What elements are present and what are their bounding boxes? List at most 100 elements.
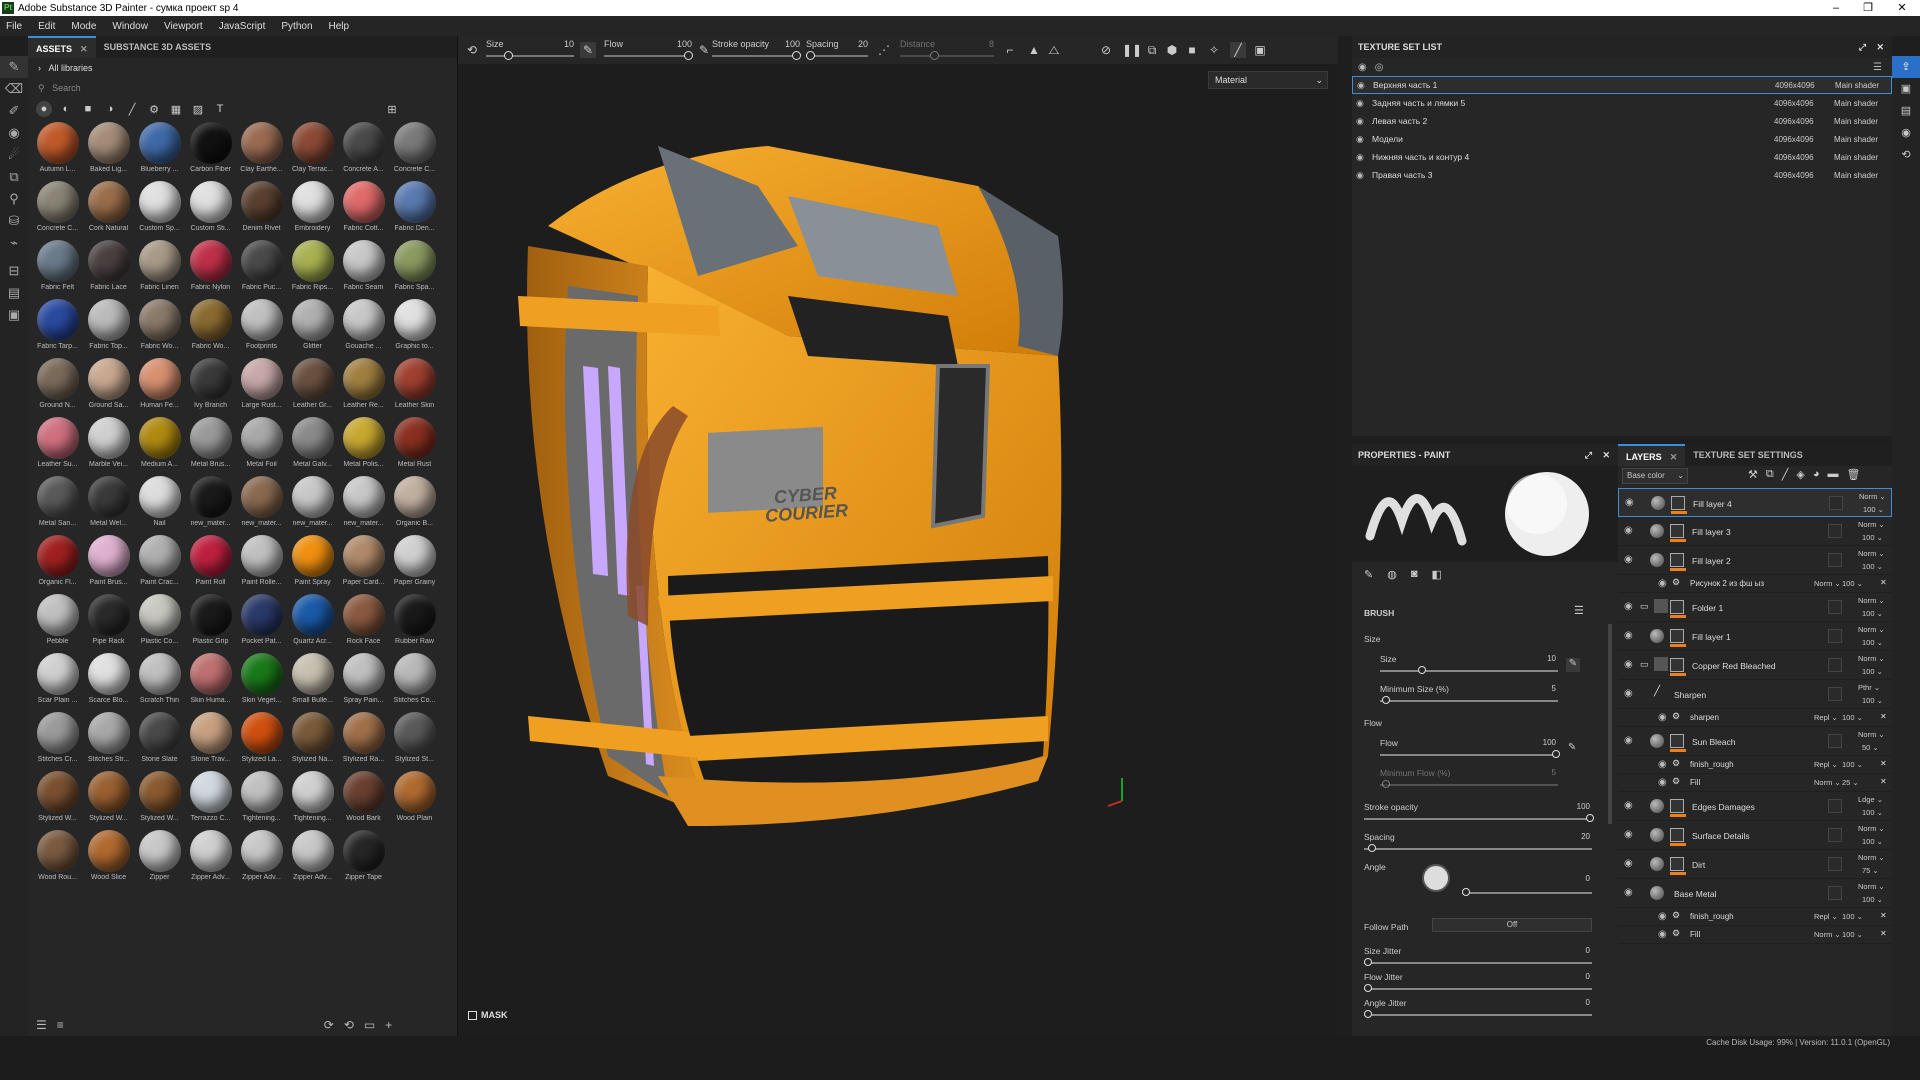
layer-row[interactable]: ◉ Sun Bleach Norm ⌄ 50 ⌄ xyxy=(1618,727,1892,756)
material-thumbnail[interactable]: Metal Rust xyxy=(389,417,440,474)
add-mask-icon[interactable]: ⧉ xyxy=(1766,468,1774,481)
material-thumbnail[interactable]: Stitches Co... xyxy=(389,653,440,710)
pen-pressure-icon[interactable]: ✎ xyxy=(580,42,596,58)
material-thumbnail[interactable]: Leather Skin xyxy=(389,358,440,415)
material-thumbnail[interactable]: Stylized La... xyxy=(236,712,287,769)
visibility-icon[interactable]: ◉ xyxy=(1356,170,1368,181)
blend-mode[interactable]: Norm ⌄ xyxy=(1858,730,1885,739)
minimize-button[interactable]: – xyxy=(1818,0,1854,16)
layer-row[interactable]: ◉ Fill layer 1 Norm ⌄ 100 ⌄ xyxy=(1618,622,1892,651)
material-thumbnail[interactable]: Paint Spray xyxy=(287,535,338,592)
spacing-slider[interactable] xyxy=(1364,848,1592,850)
geometry-fill-icon[interactable]: ◉ xyxy=(0,122,28,144)
solo-icon[interactable]: ◎ xyxy=(1375,62,1384,73)
mask-toggle[interactable]: MASK xyxy=(468,1010,508,1020)
angle-slider[interactable] xyxy=(1462,892,1592,894)
material-thumbnail[interactable]: Metal Brus... xyxy=(185,417,236,474)
menu-edit[interactable]: Edit xyxy=(38,21,55,32)
material-thumbnail[interactable]: new_mater... xyxy=(236,476,287,533)
material-thumbnail[interactable]: new_mater... xyxy=(185,476,236,533)
menu-window[interactable]: Window xyxy=(112,21,148,32)
material-thumbnail[interactable]: Fabric Den... xyxy=(389,181,440,238)
visibility-icon[interactable]: ◉ xyxy=(1624,525,1633,536)
material-thumbnail[interactable]: Fabric Puc... xyxy=(236,240,287,297)
material-thumbnail[interactable]: Pipe Rack xyxy=(83,594,134,651)
material-thumbnail[interactable]: Concrete C... xyxy=(32,181,83,238)
material-thumbnail[interactable]: Plastic Grip xyxy=(185,594,236,651)
material-thumbnail[interactable]: Zipper Adv... xyxy=(287,830,338,887)
layer-row[interactable]: ◉ ▭ Copper Red Bleached Norm ⌄ 100 ⌄ xyxy=(1618,651,1892,680)
texture-set-row[interactable]: ◉ Правая часть 3 4096x4096 Main shader xyxy=(1352,166,1892,184)
layer-row[interactable]: ◉ Base Metal Norm ⌄ 100 ⌄ xyxy=(1618,879,1892,908)
layer-row[interactable]: ◉ ╱ Sharpen Pthr ⌄ 100 ⌄ xyxy=(1618,680,1892,709)
texture-set-row[interactable]: ◉ Левая часть 2 4096x4096 Main shader xyxy=(1352,112,1892,130)
stencil-tab-icon[interactable]: ◙ xyxy=(1411,568,1418,581)
material-thumbnail[interactable]: Plastic Co... xyxy=(134,594,185,651)
asset-search-input[interactable]: ⚲ Search xyxy=(28,78,457,98)
layer-row[interactable]: ◉ Fill layer 2 Norm ⌄ 100 ⌄ xyxy=(1618,546,1892,575)
toolbar-spacing-slider[interactable]: Spacing 20 xyxy=(806,36,870,64)
visibility-icon[interactable]: ◉ xyxy=(1624,601,1633,612)
mask-thumbnail[interactable] xyxy=(1670,828,1684,842)
visibility-icon[interactable]: ◉ xyxy=(1624,659,1633,670)
visibility-icon[interactable]: ◉ xyxy=(1624,688,1633,699)
material-thumbnail[interactable]: Metal Galv... xyxy=(287,417,338,474)
symmetry-axis-icon[interactable]: ⧍ xyxy=(1046,42,1062,58)
brushes-filter-icon[interactable]: ╱ xyxy=(124,101,140,117)
material-thumbnail[interactable]: Paint Roll xyxy=(185,535,236,592)
history-icon[interactable]: ⟲ xyxy=(344,1018,354,1032)
tab-texture-set-settings[interactable]: TEXTURE SET SETTINGS xyxy=(1685,444,1811,466)
material-thumbnail[interactable]: Ground N... xyxy=(32,358,83,415)
material-thumbnail[interactable]: Leather Su... xyxy=(32,417,83,474)
visibility-icon[interactable]: ◉ xyxy=(1624,858,1633,869)
environments-filter-icon[interactable]: ▨ xyxy=(190,101,206,117)
min-flow-slider[interactable] xyxy=(1380,784,1558,786)
angle-jitter-knob[interactable] xyxy=(1364,1010,1372,1018)
visibility-icon[interactable]: ◉ xyxy=(1356,134,1368,145)
material-thumbnail[interactable]: Stylized W... xyxy=(134,771,185,828)
layer-mask-slot[interactable] xyxy=(1828,658,1842,672)
material-thumbnail[interactable]: Stone Trav... xyxy=(185,712,236,769)
viewport-channel-select[interactable]: Material ⌄ xyxy=(1208,71,1328,89)
blend-mode[interactable]: Norm ⌄ xyxy=(1814,579,1841,588)
remove-effect-icon[interactable]: ✕ xyxy=(1880,759,1887,768)
smudge-tool-icon[interactable]: ☄ xyxy=(0,144,28,166)
visibility-icon[interactable]: ◉ xyxy=(1658,777,1667,788)
flow-knob[interactable] xyxy=(1552,750,1560,758)
blend-mode[interactable]: Norm ⌄ xyxy=(1858,549,1885,558)
close-panel-icon[interactable]: ✕ xyxy=(1876,36,1884,58)
material-thumbnail[interactable]: Zipper Adv... xyxy=(185,830,236,887)
eyedropper-icon[interactable]: ⌁ xyxy=(0,232,28,254)
remove-effect-icon[interactable]: ✕ xyxy=(1880,578,1887,587)
opacity-value[interactable]: 100 ⌄ xyxy=(1842,713,1863,722)
material-thumbnail[interactable]: Paint Crac... xyxy=(134,535,185,592)
add-smart-layer-icon[interactable]: ◕ xyxy=(1813,468,1820,481)
text-filter-icon[interactable]: T xyxy=(212,101,228,117)
material-thumbnail[interactable]: Concrete A... xyxy=(338,122,389,179)
history-icon[interactable]: ⟲ xyxy=(1892,144,1920,166)
3d-viewport[interactable]: CYBER COURIER xyxy=(458,36,1338,1036)
remove-effect-icon[interactable]: ✕ xyxy=(1880,777,1887,786)
menu-viewport[interactable]: Viewport xyxy=(164,21,203,32)
visibility-icon[interactable]: ◉ xyxy=(1658,759,1667,770)
pressure-icon[interactable]: ✎ xyxy=(1566,658,1580,672)
maximize-button[interactable]: ❐ xyxy=(1850,0,1886,16)
mask-thumbnail[interactable] xyxy=(1670,658,1684,672)
projection-tool-icon[interactable]: ✐ xyxy=(0,100,28,122)
clone-tool-icon[interactable]: ⧉ xyxy=(0,166,28,188)
opacity-value[interactable]: 100 ⌄ xyxy=(1842,912,1863,921)
add-effect-icon[interactable]: ⚒ xyxy=(1748,468,1758,481)
flow-knob[interactable] xyxy=(684,51,693,60)
add-fill-layer-icon[interactable]: ◈ xyxy=(1796,468,1804,481)
flow-jitter-knob[interactable] xyxy=(1364,984,1372,992)
mask-thumbnail[interactable] xyxy=(1670,600,1684,614)
blend-mode[interactable]: Norm ⌄ xyxy=(1858,654,1885,663)
texture-set-shader[interactable]: Main shader xyxy=(1834,99,1878,108)
smart-materials-filter-icon[interactable]: ◐ xyxy=(58,101,74,117)
masks-filter-icon[interactable]: ■ xyxy=(80,101,96,117)
size-jitter-knob[interactable] xyxy=(1364,958,1372,966)
opacity-value[interactable]: 100 ⌄ xyxy=(1862,638,1883,647)
layer-row[interactable]: ◉ Dirt Norm ⌄ 75 ⌄ xyxy=(1618,850,1892,879)
layer-mask-slot[interactable] xyxy=(1828,553,1842,567)
display-settings-icon[interactable]: ▤ xyxy=(1892,100,1920,122)
